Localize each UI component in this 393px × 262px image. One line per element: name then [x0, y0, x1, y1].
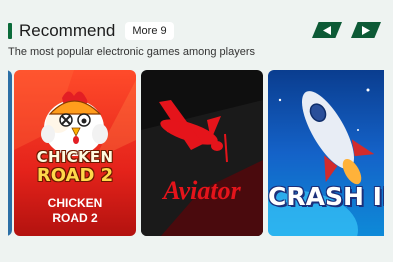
game-card-partial[interactable]: [8, 70, 12, 236]
next-button[interactable]: [351, 22, 381, 38]
game-logo: Aviator: [163, 176, 241, 205]
games-carousel[interactable]: CHICKEN ROAD 2 CHICKEN ROAD 2 Aviator CR…: [8, 70, 384, 238]
prev-button[interactable]: [312, 22, 342, 38]
game-logo-line2: ROAD 2: [36, 165, 114, 186]
game-logo: CRASH II: [268, 182, 384, 211]
game-card-aviator[interactable]: Aviator: [141, 70, 263, 236]
chevron-left-icon: [323, 25, 331, 35]
section-subtitle: The most popular electronic games among …: [8, 46, 256, 58]
game-card-crash-ii[interactable]: CRASH II: [268, 70, 384, 236]
game-logo-line1: CHICKEN: [36, 148, 114, 166]
game-title-line1: CHICKEN: [47, 196, 103, 210]
section-header: Recommend More 9: [8, 20, 174, 42]
chevron-right-icon: [362, 25, 370, 35]
section-accent-bar: [8, 23, 12, 39]
more-button[interactable]: More 9: [125, 22, 174, 40]
section-title: Recommend: [19, 21, 116, 40]
game-title-line2: ROAD 2: [52, 211, 98, 225]
game-card-chicken-road-2[interactable]: CHICKEN ROAD 2 CHICKEN ROAD 2: [14, 70, 136, 236]
aviator-artwork: [141, 70, 263, 236]
crash-ii-artwork: [268, 70, 384, 236]
